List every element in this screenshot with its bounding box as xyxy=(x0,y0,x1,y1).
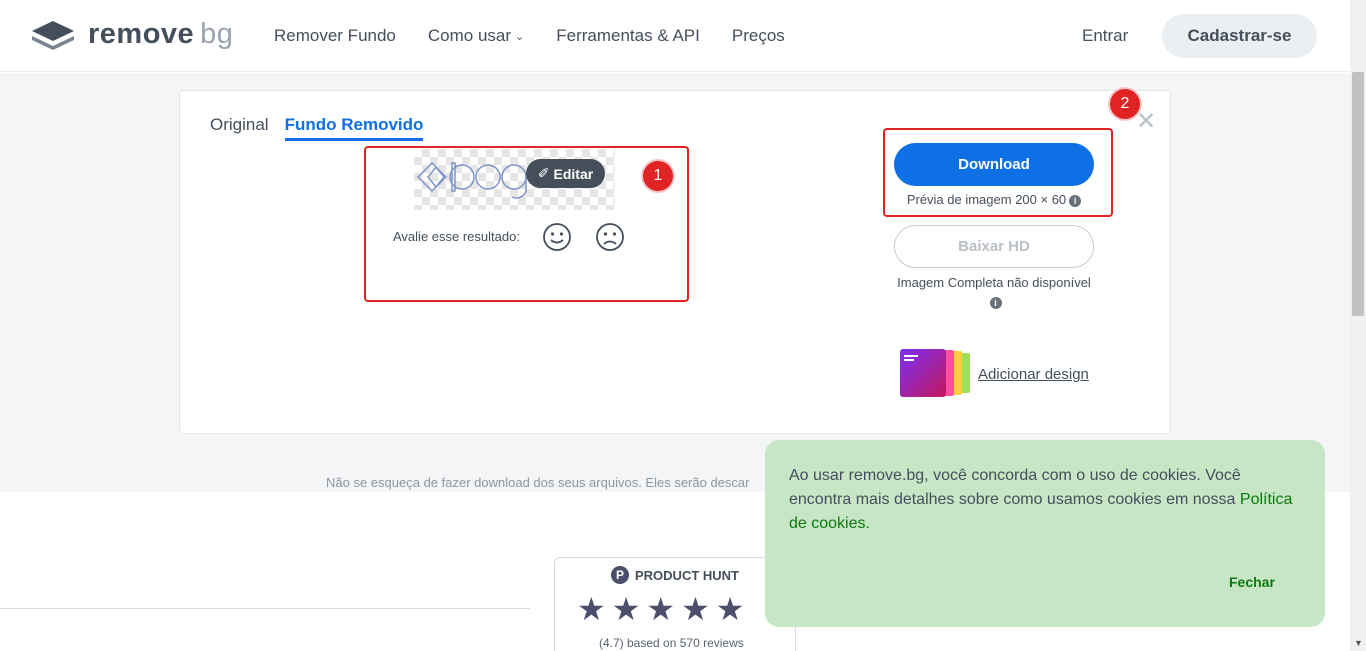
main-nav: Remover Fundo Como usar ⌄ Ferramentas & A… xyxy=(274,26,817,46)
download-reminder: Não se esqueça de fazer download dos seu… xyxy=(326,475,750,490)
close-icon[interactable]: ✕ xyxy=(1136,107,1156,136)
scroll-down-arrow-icon[interactable]: ▼ xyxy=(1354,638,1363,648)
download-hd-button[interactable]: Baixar HD xyxy=(894,225,1094,268)
annotation-badge-1: 1 xyxy=(643,161,673,191)
rating-stars: ★★★★★ xyxy=(577,591,751,627)
logo-text: remove bg xyxy=(88,18,234,50)
cookie-banner: Ao usar remove.bg, você concorda com o u… xyxy=(765,440,1325,627)
cookie-close-button[interactable]: Fechar xyxy=(1229,574,1275,590)
tab-fundo-removido[interactable]: Fundo Removido xyxy=(284,115,424,141)
add-design-link[interactable]: Adicionar design xyxy=(978,366,1089,383)
hd-unavailable-note: Imagem Completa não disponíveli xyxy=(897,275,1091,309)
nav-como-usar[interactable]: Como usar ⌄ xyxy=(428,26,524,46)
product-hunt-header: P PRODUCT HUNT xyxy=(611,566,739,584)
nav-precos[interactable]: Preços xyxy=(732,26,785,46)
scrollbar-thumb[interactable] xyxy=(1352,72,1364,316)
signup-button[interactable]: Cadastrar-se xyxy=(1162,14,1317,58)
review-count: (4.7) based on 570 reviews xyxy=(599,636,744,650)
result-tabs: Original Fundo Removido xyxy=(210,115,439,141)
top-header: remove bg Remover Fundo Como usar ⌄ Ferram… xyxy=(0,0,1350,72)
tab-original[interactable]: Original xyxy=(210,115,269,141)
divider xyxy=(0,608,530,609)
chevron-down-icon: ⌄ xyxy=(515,30,525,43)
product-hunt-card[interactable]: P PRODUCT HUNT ★★★★★ (4.7) based on 570 … xyxy=(554,557,796,651)
cookie-text: Ao usar remove.bg, você concorda com o u… xyxy=(789,467,1293,532)
nav-ferramentas-api[interactable]: Ferramentas & API xyxy=(556,26,700,46)
annotation-box-2 xyxy=(883,128,1113,217)
layers-logo-icon xyxy=(32,20,74,50)
info-icon[interactable]: i xyxy=(989,297,1002,309)
annotation-box-1 xyxy=(364,146,689,302)
result-card: Original Fundo Removido ✐ Editar Avalie e… xyxy=(179,89,1171,434)
product-hunt-logo-icon: P xyxy=(611,566,629,584)
login-link[interactable]: Entrar xyxy=(1082,26,1128,46)
design-thumbnail[interactable] xyxy=(900,349,972,397)
nav-remover-fundo[interactable]: Remover Fundo xyxy=(274,26,396,46)
removebg-logo[interactable]: remove bg xyxy=(30,18,233,51)
